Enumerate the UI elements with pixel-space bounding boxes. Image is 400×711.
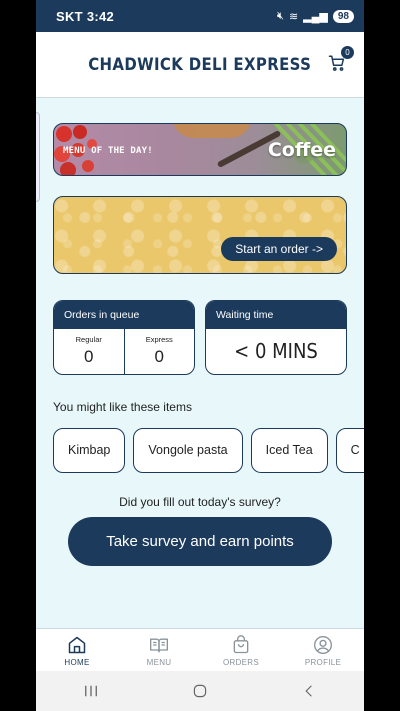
regular-queue: Regular 0	[54, 329, 124, 374]
nav-item-profile[interactable]: PROFILE	[282, 629, 364, 671]
app-screen: SKT 3:42 🔇︎ ≋ ▂▄▆ 98 CHADWICK DELI EXPRE…	[36, 0, 364, 711]
orders-in-queue-title: Orders in queue	[54, 301, 194, 329]
regular-label: Regular	[75, 335, 102, 344]
nav-item-orders[interactable]: ORDERS	[200, 629, 282, 671]
suggestions-title: You might like these items	[53, 400, 192, 414]
back-chevron-icon	[305, 685, 312, 697]
book-icon	[150, 638, 168, 653]
system-navigation-bar	[36, 671, 364, 711]
suggestion-chip[interactable]: Kimbap	[53, 428, 126, 473]
nav-label-orders: ORDERS	[222, 658, 260, 667]
waiting-time-card: Waiting time < 0 MINS	[205, 300, 347, 375]
nav-label-profile: PROFILE	[304, 658, 342, 667]
signal-icon: ▂▄▆	[303, 10, 328, 23]
express-queue: Express 0	[123, 329, 195, 374]
cart-count-badge: 0	[341, 46, 354, 59]
bag-icon	[233, 635, 249, 654]
app-header: CHADWICK DELI EXPRESS 0	[36, 32, 364, 98]
back-button[interactable]	[294, 681, 324, 701]
nav-label-home: HOME	[64, 658, 90, 667]
nav-item-menu[interactable]: MENU	[118, 629, 200, 671]
menu-item-name: Coffee	[267, 139, 336, 161]
status-icons: 🔇︎ ≋ ▂▄▆ 98	[277, 9, 354, 23]
bottom-navigation: HOME MENU ORDERS PROFILE	[36, 628, 364, 671]
app-title: CHADWICK DELI EXPRESS	[88, 54, 312, 75]
side-drawer-handle[interactable]	[36, 112, 40, 202]
regular-value: 0	[84, 347, 94, 366]
menu-of-the-day-banner[interactable]: MENU OF THE DAY! Coffee	[53, 123, 347, 176]
suggestions-list[interactable]: Kimbap Vongole pasta Iced Tea C	[53, 428, 364, 474]
mute-icon: 🔇︎	[277, 9, 284, 22]
survey-question: Did you fill out today's survey?	[119, 495, 281, 509]
home-icon	[68, 636, 86, 654]
waiting-time-value: < 0 MINS	[234, 339, 318, 363]
express-value: 0	[154, 347, 164, 366]
home-circle-icon	[193, 684, 207, 698]
carrier-label: SKT 3:42	[56, 8, 115, 24]
suggestion-chip[interactable]: Iced Tea	[250, 428, 328, 473]
start-order-banner: Start an order ->	[53, 196, 347, 274]
cutting-board-image	[172, 124, 252, 138]
nav-label-menu: MENU	[146, 658, 172, 667]
recent-apps-icon	[84, 685, 97, 697]
take-survey-button[interactable]: Take survey and earn points	[68, 517, 332, 566]
home-system-button[interactable]	[185, 681, 215, 701]
nav-item-home[interactable]: HOME	[36, 629, 118, 671]
battery-indicator: 98	[332, 9, 354, 23]
menu-of-the-day-label: MENU OF THE DAY!	[63, 146, 153, 156]
orders-in-queue-card: Orders in queue Regular 0 Express 0	[53, 300, 195, 375]
recent-apps-button[interactable]	[76, 681, 106, 701]
status-bar: SKT 3:42 🔇︎ ≋ ▂▄▆ 98	[36, 0, 364, 32]
wifi-icon: ≋	[288, 10, 299, 23]
suggestion-chip[interactable]: C	[335, 428, 364, 473]
user-icon	[314, 636, 332, 654]
start-order-button[interactable]: Start an order ->	[221, 237, 337, 261]
express-label: Express	[145, 335, 173, 344]
waiting-time-title: Waiting time	[206, 301, 346, 329]
cart-button[interactable]: 0	[328, 46, 354, 72]
suggestion-chip[interactable]: Vongole pasta	[133, 428, 243, 473]
